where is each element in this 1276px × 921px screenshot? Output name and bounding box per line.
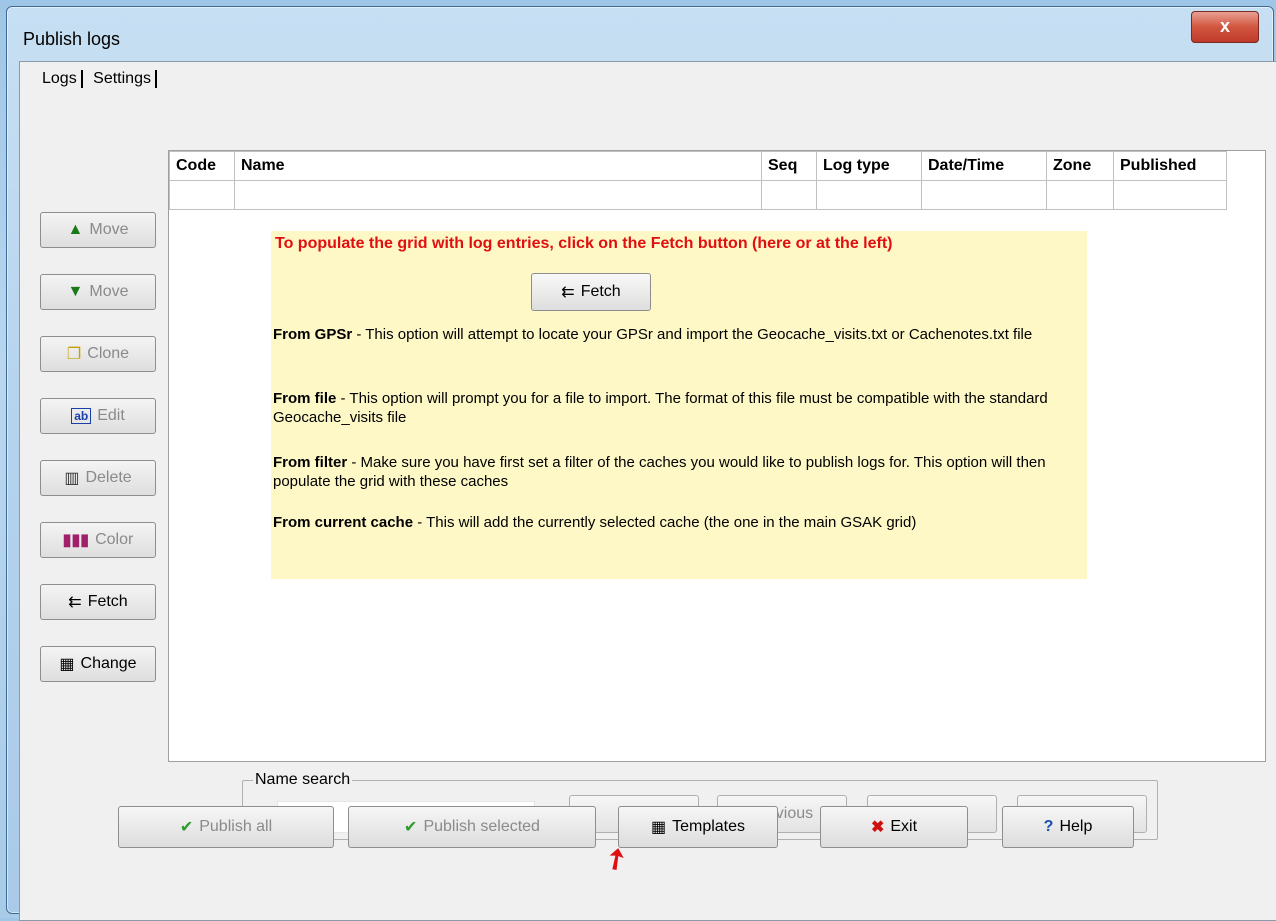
- column-code[interactable]: Code: [169, 151, 235, 181]
- edit-button[interactable]: ab Edit: [40, 398, 156, 434]
- checkmark-icon: ✔: [404, 819, 418, 836]
- move-down-label: Move: [89, 283, 129, 300]
- column-log-type[interactable]: Log type: [816, 151, 922, 181]
- close-button[interactable]: x: [1191, 11, 1259, 43]
- info-paragraph-gpsr: From GPSr - This option will attempt to …: [273, 326, 1033, 343]
- color-icon: ▮▮▮: [62, 532, 90, 549]
- publish-all-button[interactable]: ✔ Publish all: [118, 806, 334, 848]
- delete-label: Delete: [85, 469, 132, 486]
- column-zone[interactable]: Zone: [1046, 151, 1114, 181]
- exit-button[interactable]: ✖ Exit: [820, 806, 968, 848]
- checkmark-icon: ✔: [179, 819, 194, 836]
- help-label: Help: [1059, 818, 1093, 835]
- publish-selected-label: Publish selected: [423, 818, 540, 835]
- edit-icon: ab: [71, 408, 92, 424]
- window: Publish logs x Logs Settings ▲ Move ▼ Mo…: [6, 6, 1276, 921]
- grid-icon: ▦: [59, 656, 75, 673]
- tab-logs[interactable]: Logs: [38, 70, 83, 88]
- clone-button[interactable]: ❐ Clone: [40, 336, 156, 372]
- templates-label: Templates: [672, 818, 746, 835]
- move-up-button[interactable]: ▲ Move: [40, 212, 156, 248]
- arrow-up-icon: ▲: [67, 221, 84, 238]
- fetch-button-label: Fetch: [580, 283, 621, 300]
- help-icon: ?: [1043, 818, 1054, 835]
- move-up-label: Move: [89, 221, 129, 238]
- table-row[interactable]: [169, 180, 1227, 210]
- fetch-icon: ⇇: [68, 594, 82, 611]
- color-button[interactable]: ▮▮▮ Color: [40, 522, 156, 558]
- fetch-button-sidebar[interactable]: ⇇ Fetch: [40, 584, 156, 620]
- exit-label: Exit: [890, 818, 918, 835]
- info-panel: To populate the grid with log entries, c…: [271, 231, 1087, 579]
- move-down-button[interactable]: ▼ Move: [40, 274, 156, 310]
- change-label: Change: [80, 655, 137, 672]
- arrow-down-icon: ▼: [67, 283, 84, 300]
- fetch-button[interactable]: ⇇ Fetch: [531, 273, 651, 311]
- client-area: Logs Settings ▲ Move ▼ Move ❐ Clone ab E…: [19, 61, 1276, 921]
- column-published[interactable]: Published: [1113, 151, 1227, 181]
- log-grid[interactable]: Code Name Seq Log type Date/Time Zone Pu…: [168, 150, 1266, 762]
- info-paragraph-current: From current cache - This will add the c…: [273, 514, 917, 531]
- tab-settings[interactable]: Settings: [89, 70, 157, 88]
- fetch-label: Fetch: [87, 593, 128, 610]
- clone-label: Clone: [87, 345, 130, 362]
- fetch-icon: ⇇: [561, 284, 575, 301]
- change-button[interactable]: ▦ Change: [40, 646, 156, 682]
- info-paragraph-filter: From filter - Make sure you have first s…: [273, 454, 1046, 490]
- name-search-legend: Name search: [253, 771, 353, 789]
- column-seq[interactable]: Seq: [761, 151, 817, 181]
- edit-label: Edit: [97, 407, 125, 424]
- window-title: Publish logs: [23, 29, 121, 49]
- column-name[interactable]: Name: [234, 151, 762, 181]
- column-date-time[interactable]: Date/Time: [921, 151, 1047, 181]
- color-label: Color: [95, 531, 134, 548]
- publish-all-label: Publish all: [199, 818, 273, 835]
- delete-button[interactable]: ▥ Delete: [40, 460, 156, 496]
- templates-button[interactable]: ▦ Templates: [618, 806, 778, 848]
- trash-icon: ▥: [64, 470, 80, 487]
- help-button[interactable]: ? Help: [1002, 806, 1134, 848]
- info-headline: To populate the grid with log entries, c…: [275, 235, 893, 252]
- info-paragraph-file: From file - This option will prompt you …: [273, 390, 1048, 426]
- grid-table: Code Name Seq Log type Date/Time Zone Pu…: [169, 151, 1227, 210]
- x-icon: ✖: [870, 819, 885, 836]
- grid-header-row: Code Name Seq Log type Date/Time Zone Pu…: [169, 151, 1227, 181]
- clone-icon: ❐: [66, 346, 82, 363]
- publish-selected-button[interactable]: ✔ Publish selected: [348, 806, 596, 848]
- grid-icon: ▦: [650, 819, 667, 836]
- tab-bar: Logs Settings: [38, 70, 159, 88]
